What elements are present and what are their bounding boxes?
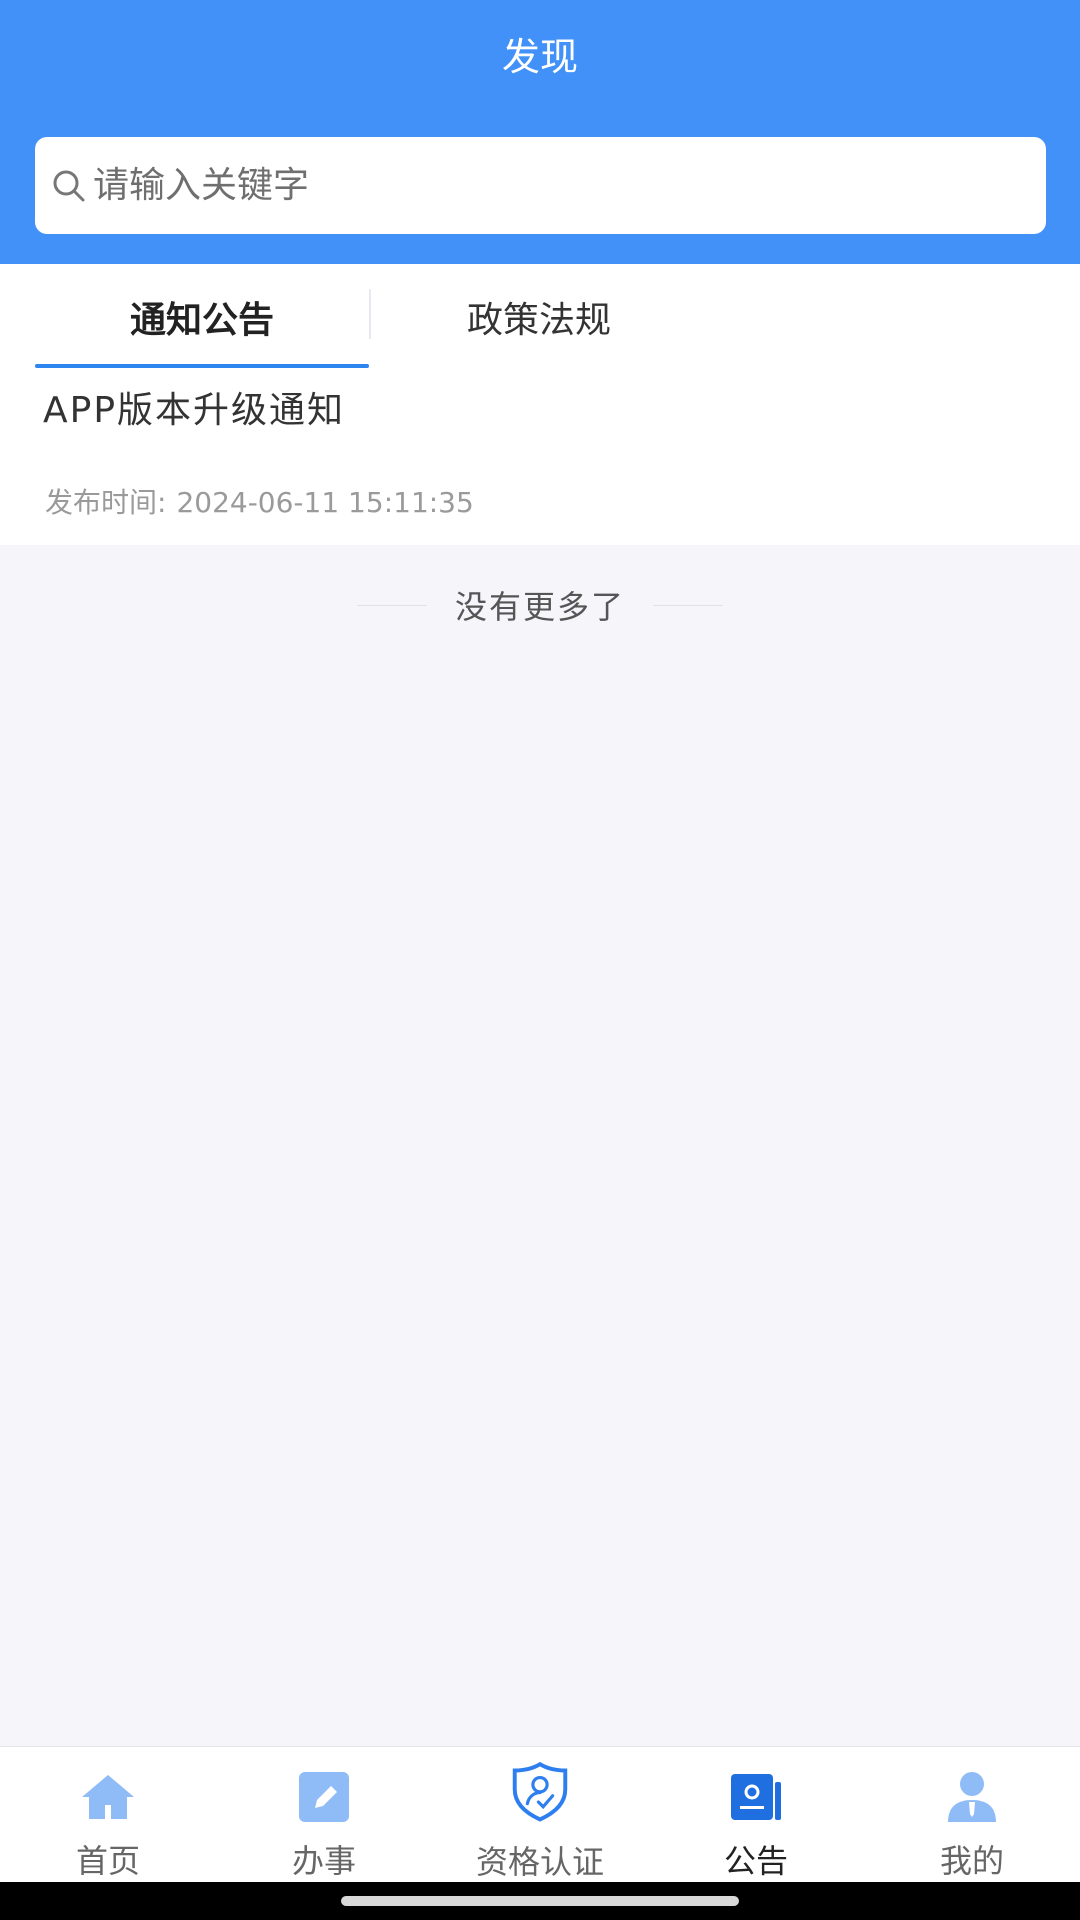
active-tab-indicator (35, 364, 369, 368)
bottom-navigation: 首页 办事 资格认证 公告 我的 (0, 1746, 1080, 1882)
list-end-text: 没有更多了 (454, 588, 625, 626)
tab-policies[interactable]: 政策法规 (372, 264, 706, 370)
tab-notices[interactable]: 通知公告 (35, 264, 369, 370)
search-icon (51, 166, 91, 206)
divider-line-right (653, 604, 723, 606)
nav-label-notices: 公告 (723, 1842, 788, 1880)
tab-bar: 通知公告 政策法规 (0, 264, 1080, 370)
page-title: 发现 (501, 35, 578, 79)
nav-item-profile[interactable]: 我的 (864, 1747, 1080, 1882)
edit-icon (294, 1767, 354, 1826)
header: 发现 (0, 0, 1080, 264)
list-end-indicator: 没有更多了 (0, 585, 1080, 626)
person-icon (942, 1767, 1002, 1826)
nav-item-qualification[interactable]: 资格认证 (432, 1747, 648, 1882)
divider-line-left (356, 604, 427, 606)
publish-time-value: 2024-06-11 15:11:35 (176, 486, 474, 519)
notice-icon (726, 1767, 786, 1826)
nav-label-services: 办事 (291, 1842, 356, 1880)
shield-person-icon (510, 1761, 570, 1827)
nav-label-profile: 我的 (939, 1842, 1004, 1880)
notice-list-item[interactable]: APP版本升级通知 发布时间: 2024-06-11 15:11:35 (0, 370, 1080, 545)
tab-divider (369, 289, 371, 339)
nav-item-home[interactable]: 首页 (0, 1747, 216, 1882)
nav-item-notices[interactable]: 公告 (648, 1747, 864, 1882)
home-indicator[interactable] (341, 1896, 739, 1906)
search-bar[interactable] (35, 137, 1046, 234)
search-input[interactable] (93, 165, 993, 206)
nav-label-qualification: 资格认证 (475, 1843, 604, 1881)
nav-item-services[interactable]: 办事 (216, 1747, 432, 1882)
app-screen: 发现 通知公告 政策法规 APP版本升级通知 发布时间: 2024-06-11 … (0, 0, 1080, 1920)
home-icon (78, 1767, 138, 1826)
system-home-bar (0, 1882, 1080, 1920)
nav-label-home: 首页 (75, 1842, 140, 1880)
notice-title: APP版本升级通知 (43, 390, 346, 431)
publish-time-label: 发布时间: (45, 486, 167, 519)
notice-publish-time: 发布时间: 2024-06-11 15:11:35 (45, 483, 474, 523)
